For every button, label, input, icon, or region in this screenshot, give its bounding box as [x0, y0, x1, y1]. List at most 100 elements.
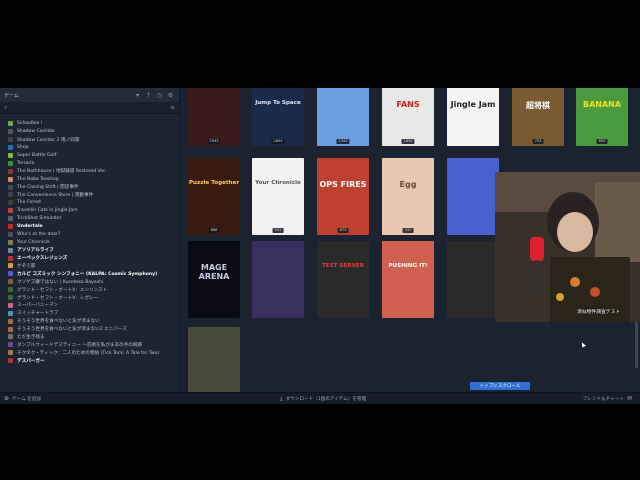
game-list-label: The Closing Shift | 閉店事件: [17, 185, 79, 191]
game-list-item[interactable]: アソリアルライフ: [0, 246, 179, 254]
friends-chat-button[interactable]: フレンド＆チャット ✉: [583, 395, 640, 402]
game-icon: [8, 137, 13, 143]
game-icon: [8, 295, 13, 301]
playtime-badge: 873: [337, 228, 349, 233]
clock-icon[interactable]: ◷: [155, 91, 164, 100]
game-list-item[interactable]: スイッチャートラブ: [0, 309, 179, 317]
add-game-label: ゲーム を追加: [12, 396, 41, 402]
game-list-label: カルピ コズミック シンフォニー (KALPA: Cosmic Symphony…: [17, 271, 158, 277]
game-list-item[interactable]: そうそう世界を食べないと気が済まない: [0, 317, 179, 325]
game-cover[interactable]: 超将棋 753: [512, 88, 564, 146]
game-cover-title: Jump To Space: [255, 99, 301, 106]
game-cover-title: Egg: [399, 179, 417, 189]
game-list-label: Super Battle Golf: [17, 153, 57, 158]
game-list-item[interactable]: Shadow Corridor: [0, 128, 179, 136]
streamer-webcam-image: [495, 172, 640, 322]
game-list-item[interactable]: カルピ コズミック シンフォニー (KALPA: Cosmic Symphony…: [0, 270, 179, 278]
game-list-item[interactable]: グランド・セフト・オートV：レガシー: [0, 294, 179, 302]
game-list-item[interactable]: The Convenience Store | 夜勤事件: [0, 191, 179, 199]
game-list-label: Undertale: [17, 224, 43, 230]
plus-icon: ⊕: [4, 395, 10, 402]
game-list-item[interactable]: The Boba Teashop: [0, 175, 179, 183]
game-list-item[interactable]: Undertale: [0, 223, 179, 231]
game-icon: [8, 153, 13, 158]
game-list-item[interactable]: The Bathhouse | 地獄銭湯 Restored Ver.: [0, 167, 179, 175]
game-list-item[interactable]: Super Battle Golf: [0, 152, 179, 160]
playtime-badge: 888: [208, 228, 220, 233]
game-list-item[interactable]: ただ生き残る: [0, 333, 179, 341]
game-cover[interactable]: [252, 241, 304, 318]
downloads-button[interactable]: ⤓ ダウンロード（1個のアイテム）を管理: [280, 395, 583, 403]
game-cover-title: OPS FIRES: [319, 179, 367, 189]
scroll-to-top-button[interactable]: トップにスクロール: [470, 382, 530, 390]
game-cover-title: 超将棋: [526, 100, 550, 110]
sidebar-category-label[interactable]: ゲーム: [4, 92, 131, 99]
scrollbar-thumb[interactable]: [635, 318, 638, 368]
game-list-item[interactable]: ダンプルウィードデスティニー ～忍術を私がまあの手の痕跡: [0, 341, 179, 349]
bottom-bar: ⊕ ゲーム を追加 ⤓ ダウンロード（1個のアイテム）を管理 フレンド＆チャット…: [0, 392, 640, 404]
game-list-item[interactable]: The Forest: [0, 199, 179, 207]
game-cover-title: Jingle Jam: [450, 99, 496, 109]
filter-icon[interactable]: ⚙: [166, 91, 175, 100]
game-list-item[interactable]: Your Chronicle: [0, 238, 179, 246]
game-cover[interactable]: Jump To Space 2859: [252, 88, 304, 146]
game-cover[interactable]: Puzzle Together 888: [188, 158, 240, 235]
playtime-badge: 1343: [336, 139, 350, 144]
game-icon: [8, 334, 13, 340]
game-list-label: The Boba Teashop: [17, 176, 59, 182]
game-list-item[interactable]: そうそう世界を食べないと気が済まない2 エニバース: [0, 325, 179, 333]
sort-icon[interactable]: ↑: [144, 91, 153, 100]
game-cover[interactable]: 2933: [188, 88, 240, 146]
advanced-filter-icon[interactable]: ≡: [170, 104, 175, 111]
game-cover[interactable]: BANANA 892: [576, 88, 628, 146]
game-cover-title: PUSHING IT!: [388, 262, 428, 269]
game-cover[interactable]: Jingle Jam: [447, 88, 499, 146]
game-list-item[interactable]: クソゲズ嫌ではない | Kusoteka Bayashi: [0, 278, 179, 286]
letterbox-top: [0, 0, 640, 88]
game-cover[interactable]: 1343: [317, 88, 369, 146]
game-icon: [8, 342, 13, 348]
game-icon: [8, 255, 13, 261]
chat-icon: ✉: [626, 395, 632, 402]
game-list-item[interactable]: Travellin Cats in Jingle Jam: [0, 207, 179, 215]
game-cover[interactable]: OPS FIRES 873: [317, 158, 369, 235]
game-list-item[interactable]: デスバーガー: [0, 357, 179, 365]
search-input[interactable]: [12, 103, 170, 112]
game-list-item[interactable]: Schoolbie !: [0, 120, 179, 128]
game-cover[interactable]: [447, 158, 499, 235]
game-cover-title: Your Chronicle: [255, 179, 301, 186]
game-icon: [8, 279, 13, 285]
game-list-label: The Forest: [17, 200, 42, 206]
game-cover[interactable]: PUSHING IT!: [382, 241, 434, 318]
game-list-item[interactable]: Shadow Corridor 2 雨ノ四葉: [0, 136, 179, 144]
game-cover[interactable]: Your Chronicle 541: [252, 158, 304, 235]
game-list-item[interactable]: エーペックスレジェンズ: [0, 254, 179, 262]
game-list-item[interactable]: スーパーバニーマン: [0, 301, 179, 309]
game-list-item[interactable]: Shop: [0, 144, 179, 152]
add-game-button[interactable]: ⊕ ゲーム を追加: [0, 395, 280, 402]
game-cover[interactable]: TEST SERVER: [317, 241, 369, 318]
game-icon: [8, 168, 13, 174]
game-list-item[interactable]: チクタク・ティック：二人のための物語 (Tick Tock: A Tale fo…: [0, 349, 179, 357]
chevron-down-icon[interactable]: ▾: [133, 91, 142, 100]
game-cover[interactable]: Egg 331: [382, 158, 434, 235]
game-list-label: Who's at the door?: [17, 231, 61, 237]
game-list-item[interactable]: かぞえ部: [0, 262, 179, 270]
game-icon: [8, 200, 13, 206]
game-list-label: グランド・セフト・オートV：エンハンスト: [17, 287, 108, 293]
playtime-badge: 541: [272, 228, 284, 233]
game-list-item[interactable]: Terraria: [0, 159, 179, 167]
game-list: Schoolbie ! Shadow Corridor Shadow Corrido…: [0, 114, 179, 365]
game-icon: [8, 271, 13, 277]
game-list-item[interactable]: Who's at the door?: [0, 230, 179, 238]
game-cover[interactable]: FANS 1858: [382, 88, 434, 146]
game-icon: [8, 263, 13, 269]
game-list-item[interactable]: グランド・セフト・オートV：エンハンスト: [0, 286, 179, 294]
game-cover[interactable]: MAGE ARENA: [188, 241, 240, 318]
game-list-item[interactable]: TrickShot Simulator: [0, 215, 179, 223]
game-icon: [8, 350, 13, 356]
game-cover[interactable]: [447, 241, 499, 318]
game-icon: [8, 318, 13, 324]
game-icon: [8, 224, 13, 230]
game-list-item[interactable]: The Closing Shift | 閉店事件: [0, 183, 179, 191]
